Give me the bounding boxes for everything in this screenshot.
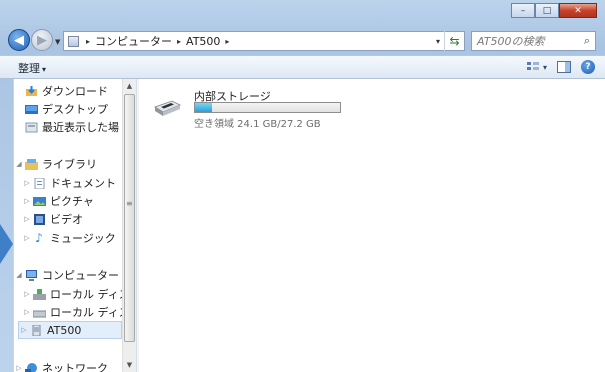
portable-device-icon	[154, 100, 181, 116]
nav-item-label: AT500	[47, 323, 82, 337]
nav-item-at500[interactable]: ▷ AT500	[18, 321, 122, 339]
nav-item-label: ネットワーク	[42, 362, 108, 372]
explorer-body: ダウンロード デスクトップ 最近表示した場 ◢ ライブラリ ▷ ドキュメント ▷…	[13, 79, 605, 372]
chevron-down-icon: ▾	[542, 62, 547, 72]
nav-item-label: ドキュメント	[50, 177, 116, 190]
command-bar-right: ▾ ?	[526, 59, 595, 75]
storage-usage-bar	[194, 102, 341, 113]
nav-item-label: ミュージック	[50, 232, 116, 245]
nav-item-label: ライブラリ	[42, 158, 97, 171]
nav-item-label: ローカル ディス	[50, 288, 130, 301]
music-icon: ♪	[35, 231, 43, 245]
nav-item-videos[interactable]: ▷ ビデオ	[22, 210, 83, 228]
nav-item-label: ローカル ディス	[50, 306, 130, 319]
chevron-right-icon[interactable]: ▸	[225, 37, 229, 46]
nav-item-label: デスクトップ	[42, 103, 108, 116]
nav-item-downloads[interactable]: ダウンロード	[14, 82, 108, 100]
forward-button[interactable]: ▶	[31, 29, 53, 51]
desktop-icon	[24, 103, 38, 115]
search-input[interactable]: AT500の検索	[472, 33, 579, 49]
nav-item-libraries[interactable]: ◢ ライブラリ	[14, 155, 97, 173]
nav-item-local-disk-c[interactable]: ▷ ローカル ディス	[22, 285, 130, 303]
nav-item-label: ピクチャ	[50, 195, 94, 208]
drive-tile-internal-storage[interactable]: 内部ストレージ 空き領域 24.1 GB/27.2 GB	[152, 85, 362, 131]
pictures-icon	[32, 195, 46, 207]
nav-item-documents[interactable]: ▷ ドキュメント	[22, 174, 116, 192]
storage-usage-fill	[195, 103, 212, 112]
address-row: ◀ ▶ ▼ ▸ コンピューター ▸ AT500 ▸ ▾ ⇆ AT500の検索 ⌕	[0, 26, 605, 54]
computer-icon	[24, 269, 38, 281]
expand-arrow-icon[interactable]: ▷	[22, 215, 32, 223]
videos-icon	[32, 213, 46, 225]
organize-button[interactable]: 整理 ▾	[18, 60, 46, 76]
nav-item-label: 最近表示した場	[42, 121, 119, 134]
view-icon	[526, 62, 539, 70]
refresh-button[interactable]: ⇆	[444, 31, 464, 51]
pane-splitter[interactable]	[136, 79, 139, 372]
expand-arrow-icon[interactable]: ▷	[22, 290, 32, 298]
breadcrumb-computer[interactable]: コンピューター	[95, 33, 172, 49]
recent-places-icon	[24, 121, 38, 133]
library-icon	[24, 158, 38, 170]
scrollbar-grip-icon: ≡	[126, 199, 133, 208]
expand-arrow-icon[interactable]: ▷	[19, 326, 29, 334]
expand-arrow-icon[interactable]: ▷	[22, 197, 32, 205]
navigation-scrollbar[interactable]: ▲ ≡ ▼	[122, 79, 136, 372]
close-button[interactable]: ✕	[559, 3, 597, 18]
downloads-icon	[24, 85, 38, 97]
caption-buttons: – □ ✕	[511, 3, 597, 18]
minimize-button[interactable]: –	[511, 3, 535, 18]
nav-item-computer[interactable]: ◢ コンピューター	[14, 266, 119, 284]
history-dropdown[interactable]: ▼	[55, 38, 60, 46]
nav-item-desktop[interactable]: デスクトップ	[14, 100, 108, 118]
back-button[interactable]: ◀	[8, 29, 30, 51]
nav-item-pictures[interactable]: ▷ ピクチャ	[22, 192, 94, 210]
collapse-arrow-icon[interactable]: ◢	[14, 271, 24, 279]
left-edge-arrow	[0, 224, 13, 264]
help-button[interactable]: ?	[581, 60, 595, 74]
chevron-right-icon[interactable]: ▸	[177, 37, 181, 46]
scrollbar-thumb[interactable]	[124, 94, 135, 342]
chevron-right-icon[interactable]: ▸	[86, 37, 90, 46]
organize-label: 整理	[18, 62, 40, 75]
breadcrumb-at500[interactable]: AT500	[186, 35, 220, 48]
collapse-arrow-icon[interactable]: ◢	[14, 160, 24, 168]
nav-item-local-disk-d[interactable]: ▷ ローカル ディス	[22, 303, 130, 321]
address-bar[interactable]: ▸ コンピューター ▸ AT500 ▸ ▾ ⇆	[63, 31, 465, 51]
computer-icon	[68, 35, 79, 47]
address-dropdown-button[interactable]: ▾	[432, 37, 444, 46]
nav-item-network[interactable]: ▷ ネットワーク	[14, 359, 108, 372]
nav-item-label: ビデオ	[50, 213, 83, 226]
nav-item-recent-places[interactable]: 最近表示した場	[14, 118, 119, 136]
scroll-up-arrow-icon[interactable]: ▲	[123, 79, 136, 93]
preview-pane-button[interactable]	[557, 59, 571, 75]
preview-pane-icon	[557, 61, 571, 73]
expand-arrow-icon[interactable]: ▷	[22, 308, 32, 316]
nav-item-label: ダウンロード	[42, 85, 108, 98]
expand-arrow-icon[interactable]: ▷	[22, 234, 32, 242]
refresh-icon: ⇆	[449, 34, 460, 48]
navigation-pane: ダウンロード デスクトップ 最近表示した場 ◢ ライブラリ ▷ ドキュメント ▷…	[14, 79, 136, 372]
expand-arrow-icon[interactable]: ▷	[22, 179, 32, 187]
chevron-down-icon: ▾	[42, 65, 47, 74]
change-view-button[interactable]: ▾	[526, 59, 547, 75]
scroll-down-arrow-icon[interactable]: ▼	[123, 358, 136, 372]
search-box[interactable]: AT500の検索 ⌕	[471, 31, 596, 51]
explorer-window: – □ ✕ ◀ ▶ ▼ ▸ コンピューター ▸ AT500 ▸ ▾ ⇆ AT50…	[0, 0, 605, 372]
documents-icon	[32, 177, 46, 189]
breadcrumb: ▸ コンピューター ▸ AT500 ▸	[64, 33, 432, 49]
system-disk-icon	[32, 288, 46, 300]
expand-arrow-icon[interactable]: ▷	[14, 364, 24, 372]
nav-item-music[interactable]: ▷ ♪ ミュージック	[22, 229, 116, 247]
device-icon	[29, 324, 43, 336]
network-icon	[24, 362, 38, 372]
drive-free-space: 空き領域 24.1 GB/27.2 GB	[194, 119, 321, 130]
search-icon[interactable]: ⌕	[579, 34, 595, 48]
content-pane: 内部ストレージ 空き領域 24.1 GB/27.2 GB	[140, 79, 605, 372]
nav-item-label: コンピューター	[42, 269, 119, 282]
maximize-button[interactable]: □	[535, 3, 559, 18]
command-bar: 整理 ▾ ▾ ?	[0, 55, 605, 79]
local-disk-icon	[32, 306, 46, 318]
